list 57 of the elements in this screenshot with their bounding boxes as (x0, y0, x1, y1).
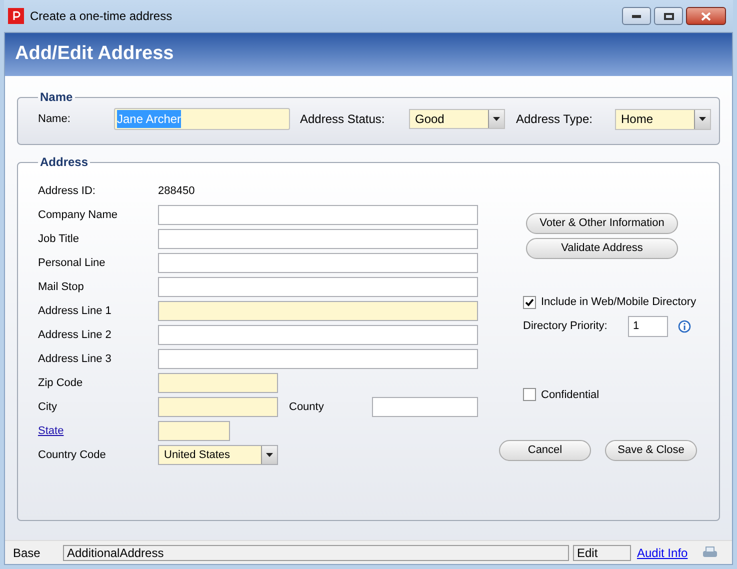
field-label: Address Type: (516, 111, 594, 128)
app-logo-icon (8, 8, 24, 24)
type-dropdown[interactable]: Home (615, 108, 711, 130)
field-label: Country Code (38, 448, 107, 463)
text-field[interactable] (158, 397, 278, 417)
field-value: 288450 (158, 184, 195, 199)
close-button[interactable] (686, 7, 726, 25)
field-link[interactable]: State (38, 422, 158, 440)
priority-field[interactable]: 1 (628, 316, 668, 336)
maximize-button[interactable] (654, 7, 683, 25)
checkbox[interactable] (523, 388, 536, 402)
checkbox-label: Include in Web/Mobile Directory (541, 295, 696, 310)
page-title: Add/Edit Address (15, 42, 174, 66)
field-label: Address Line 2 (38, 328, 112, 343)
window-title: Create a one-time address (30, 8, 174, 25)
dialog-button[interactable]: Cancel (499, 440, 591, 461)
minimize-button[interactable] (622, 7, 651, 25)
text-field[interactable] (372, 397, 478, 417)
action-button[interactable]: Validate Address (526, 238, 678, 259)
text-field[interactable] (158, 277, 478, 297)
text-field[interactable] (158, 373, 278, 393)
text-field[interactable] (158, 229, 478, 249)
dropdown-field[interactable]: United States (158, 445, 278, 465)
field-label: Job Title (38, 232, 80, 247)
field-value: Jane Archer (117, 110, 182, 128)
status-record: AdditionalAddress (63, 544, 569, 560)
text-field[interactable] (158, 205, 478, 225)
checkbox[interactable] (523, 296, 536, 309)
status-text: Base (13, 544, 42, 562)
text-field[interactable] (158, 253, 478, 273)
field-label: City (38, 400, 58, 415)
checkbox-label: Confidential (541, 388, 600, 402)
field-label: Mail Stop (38, 280, 85, 295)
field-label: Directory Priority: (523, 318, 608, 334)
field-label: Company Name (38, 208, 118, 223)
text-field[interactable] (158, 349, 478, 369)
group-legend: Address (38, 153, 90, 171)
status-dropdown[interactable]: Good (409, 109, 505, 129)
field-label: Name: (38, 112, 72, 127)
field-label: Address Line 1 (38, 304, 112, 319)
group-legend: Name (38, 88, 75, 106)
printer-icon[interactable] (702, 546, 718, 560)
close-icon (701, 12, 711, 20)
field-label: Address ID: (38, 184, 96, 199)
action-button[interactable]: Voter & Other Information (526, 213, 678, 234)
text-field[interactable] (158, 325, 478, 345)
field-label: Address Status: (300, 111, 386, 128)
field-label: Personal Line (38, 256, 106, 271)
status-state: Edit (573, 544, 631, 560)
field-label: Address Line 3 (38, 352, 112, 367)
info-icon[interactable] (678, 320, 691, 332)
audit-info-link[interactable]: Audit Info (637, 544, 688, 562)
field-label: County (289, 400, 325, 415)
text-field[interactable] (158, 421, 230, 441)
text-field[interactable] (158, 301, 478, 321)
field-label: Zip Code (38, 376, 84, 391)
dialog-button[interactable]: Save & Close (605, 440, 697, 461)
